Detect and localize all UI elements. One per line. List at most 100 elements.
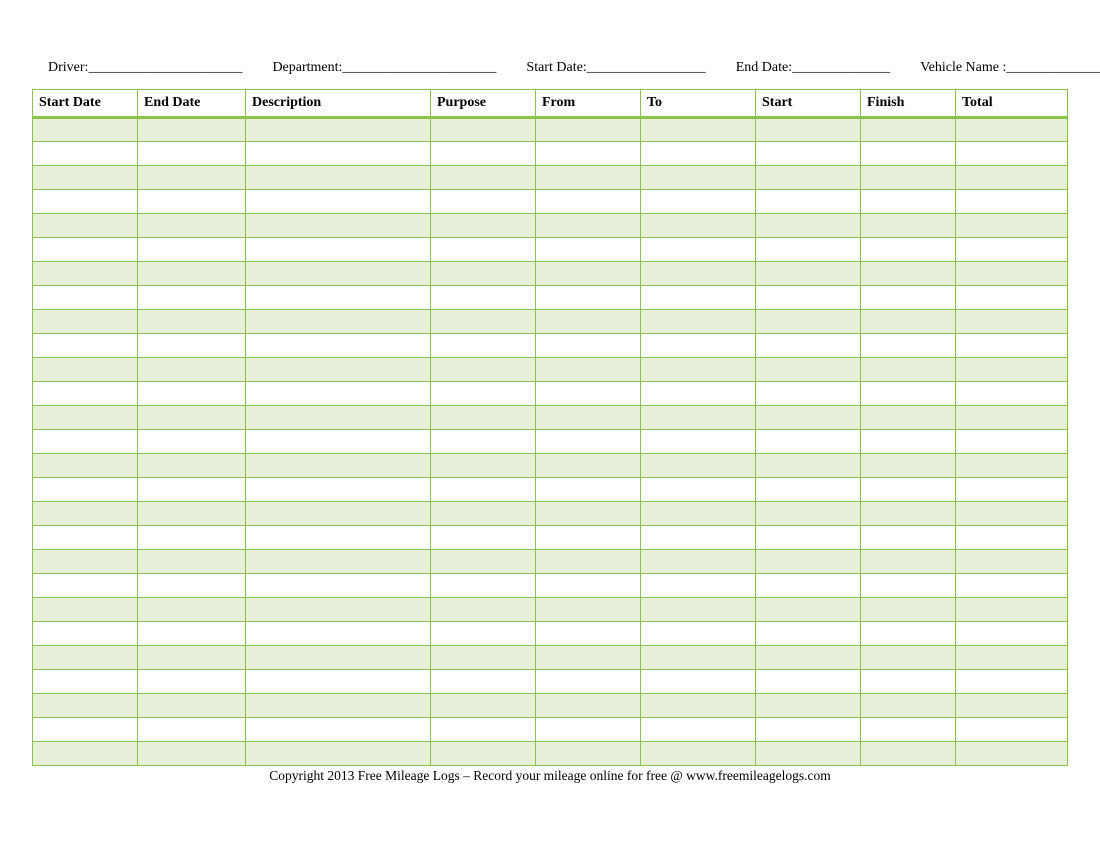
table-cell (536, 670, 641, 694)
table-row (33, 430, 1068, 454)
table-cell (33, 334, 138, 358)
table-cell (536, 598, 641, 622)
table-cell (246, 118, 431, 142)
table-cell (861, 670, 956, 694)
table-cell (956, 406, 1068, 430)
table-cell (33, 238, 138, 262)
table-cell (431, 286, 536, 310)
table-cell (246, 310, 431, 334)
table-cell (861, 382, 956, 406)
table-cell (431, 478, 536, 502)
table-row (33, 286, 1068, 310)
table-cell (756, 670, 861, 694)
table-cell (756, 718, 861, 742)
table-row (33, 454, 1068, 478)
table-cell (431, 646, 536, 670)
table-cell (138, 310, 246, 334)
department-label: Department: (272, 60, 342, 76)
table-cell (431, 550, 536, 574)
table-cell (861, 430, 956, 454)
table-cell (861, 406, 956, 430)
table-cell (246, 430, 431, 454)
table-cell (536, 574, 641, 598)
table-cell (536, 358, 641, 382)
col-header-description: Description (246, 90, 431, 118)
table-cell (246, 166, 431, 190)
table-cell (756, 310, 861, 334)
table-cell (33, 382, 138, 406)
table-cell (861, 574, 956, 598)
table-cell (641, 550, 756, 574)
table-cell (536, 526, 641, 550)
table-cell (33, 214, 138, 238)
table-cell (641, 502, 756, 526)
table-cell (641, 358, 756, 382)
table-cell (246, 622, 431, 646)
table-cell (246, 286, 431, 310)
table-row (33, 646, 1068, 670)
table-row (33, 262, 1068, 286)
table-cell (861, 118, 956, 142)
table-cell (956, 550, 1068, 574)
table-cell (861, 262, 956, 286)
table-cell (861, 358, 956, 382)
table-cell (431, 310, 536, 334)
table-cell (641, 430, 756, 454)
table-cell (431, 622, 536, 646)
table-cell (641, 598, 756, 622)
table-cell (138, 670, 246, 694)
table-cell (431, 526, 536, 550)
table-cell (246, 454, 431, 478)
table-cell (431, 574, 536, 598)
table-cell (246, 574, 431, 598)
table-cell (33, 526, 138, 550)
table-row (33, 406, 1068, 430)
table-cell (956, 166, 1068, 190)
table-cell (536, 502, 641, 526)
col-header-end-date: End Date (138, 90, 246, 118)
col-header-start: Start (756, 90, 861, 118)
vehicle-label: Vehicle Name : (920, 60, 1006, 76)
table-cell (138, 118, 246, 142)
table-cell (138, 526, 246, 550)
table-cell (33, 550, 138, 574)
table-cell (138, 262, 246, 286)
table-cell (861, 286, 956, 310)
table-cell (138, 598, 246, 622)
table-cell (756, 262, 861, 286)
table-cell (536, 142, 641, 166)
table-cell (756, 526, 861, 550)
table-cell (138, 646, 246, 670)
col-header-purpose: Purpose (431, 90, 536, 118)
table-cell (536, 406, 641, 430)
table-cell (246, 214, 431, 238)
table-cell (756, 142, 861, 166)
table-cell (861, 598, 956, 622)
table-row (33, 190, 1068, 214)
table-cell (138, 382, 246, 406)
table-cell (956, 118, 1068, 142)
start-date-field: Start Date: _________________ (526, 60, 705, 77)
table-cell (756, 646, 861, 670)
table-cell (33, 598, 138, 622)
table-cell (861, 310, 956, 334)
table-cell (138, 334, 246, 358)
table-cell (138, 406, 246, 430)
table-cell (33, 454, 138, 478)
table-cell (33, 286, 138, 310)
table-cell (246, 742, 431, 766)
mileage-log-page: Driver: ______________________ Departmen… (0, 0, 1100, 804)
table-cell (641, 382, 756, 406)
table-cell (431, 214, 536, 238)
table-cell (641, 334, 756, 358)
table-cell (33, 406, 138, 430)
table-cell (956, 694, 1068, 718)
table-row (33, 694, 1068, 718)
table-cell (861, 718, 956, 742)
mileage-table: Start Date End Date Description Purpose … (32, 89, 1068, 766)
table-cell (956, 358, 1068, 382)
table-cell (956, 670, 1068, 694)
table-cell (33, 718, 138, 742)
table-cell (756, 286, 861, 310)
table-row (33, 574, 1068, 598)
